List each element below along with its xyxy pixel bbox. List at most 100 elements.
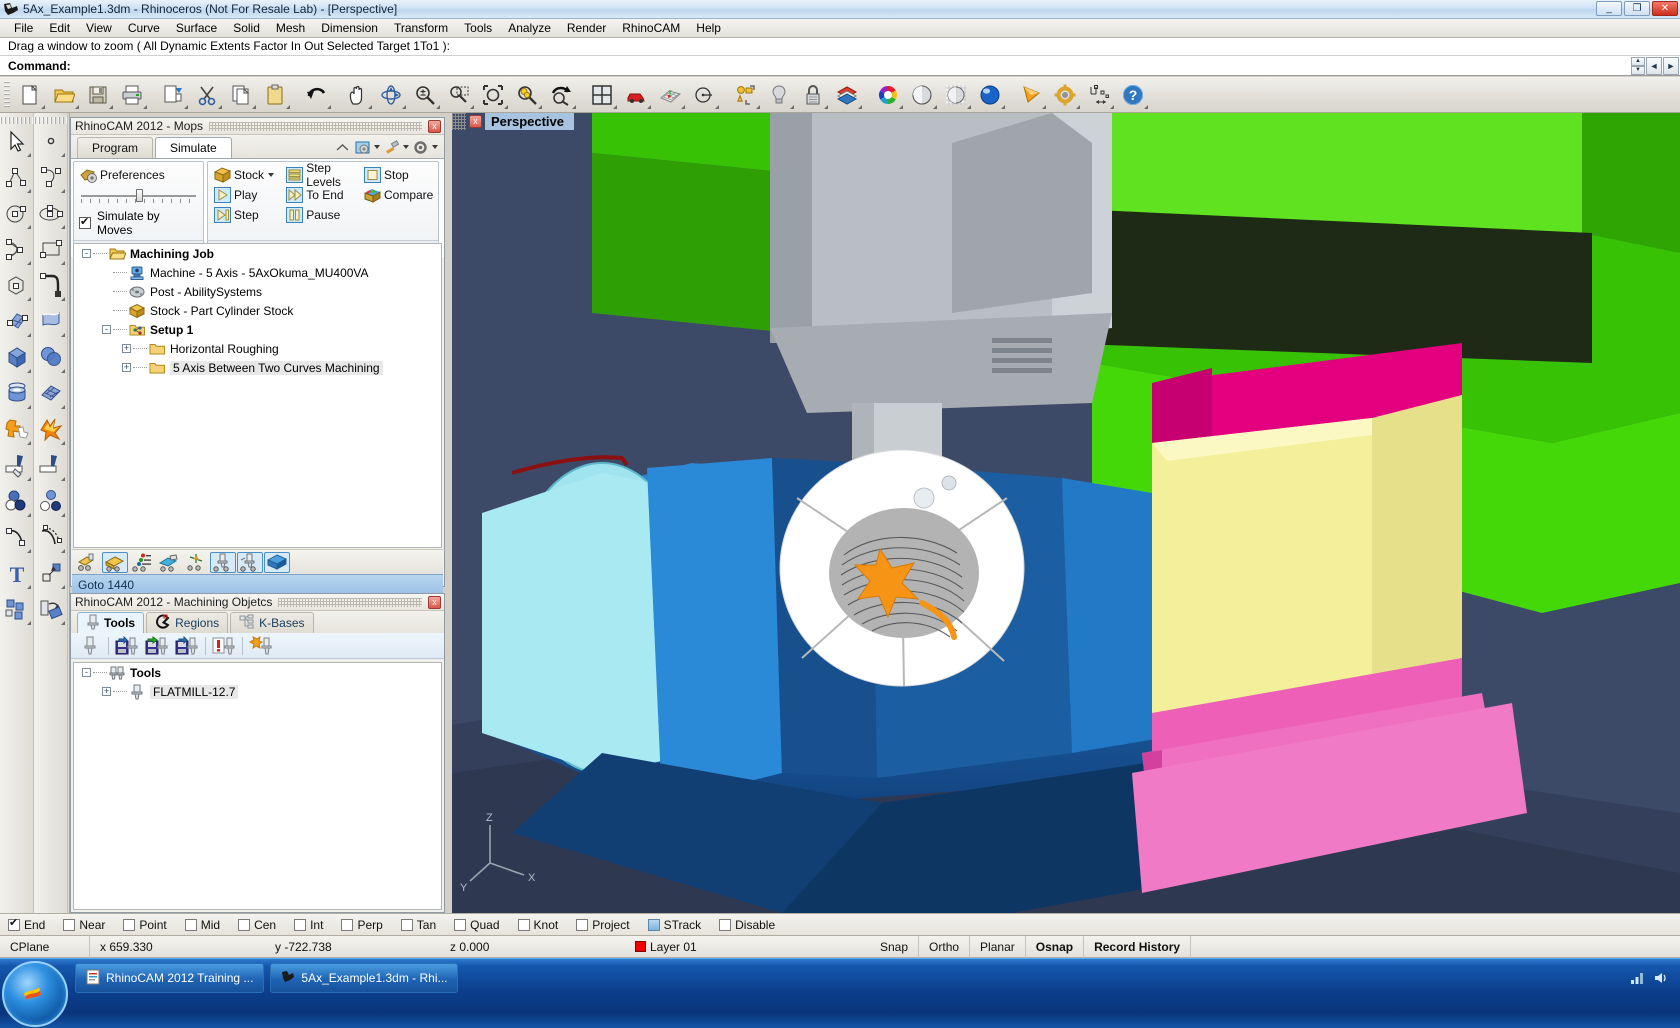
group-objects-icon[interactable] xyxy=(1,592,33,628)
rotate-view-icon[interactable] xyxy=(374,79,408,111)
tree-expander[interactable]: - xyxy=(82,249,91,258)
car-perspective-icon[interactable] xyxy=(619,79,653,111)
menu-item-solid[interactable]: Solid xyxy=(225,19,268,37)
print-icon[interactable] xyxy=(115,79,149,111)
save-as-tool-library-icon[interactable] xyxy=(172,635,202,657)
tab-program[interactable]: Program xyxy=(77,137,154,158)
menu-item-curve[interactable]: Curve xyxy=(120,19,168,37)
osnap-quad[interactable]: Quad xyxy=(454,918,500,932)
osnap-point-checkbox[interactable] xyxy=(123,918,136,931)
sphere-boolean-icon[interactable] xyxy=(35,340,67,376)
osnap-disable[interactable]: Disable xyxy=(719,918,775,932)
minimize-button[interactable]: _ xyxy=(1596,1,1622,16)
tree-row[interactable]: Machine - 5 Axis - 5AxOkuma_MU400VA xyxy=(74,263,441,282)
command-next-button[interactable]: ► xyxy=(1663,56,1679,75)
boolean-difference-icon[interactable] xyxy=(35,412,67,448)
split-icon[interactable] xyxy=(35,448,67,484)
stock-button[interactable]: Stock xyxy=(213,165,285,185)
tree-row[interactable]: + FLATMILL-12.7 xyxy=(74,682,441,701)
copy-icon[interactable] xyxy=(224,79,258,111)
pause-button[interactable]: Pause xyxy=(285,205,363,225)
menu-item-mesh[interactable]: Mesh xyxy=(268,19,313,37)
menu-item-render[interactable]: Render xyxy=(559,19,614,37)
transform-icon[interactable] xyxy=(183,552,209,573)
boolean-union-icon[interactable] xyxy=(1,412,33,448)
light-bulb-icon[interactable] xyxy=(762,79,796,111)
osnap-perp-checkbox[interactable] xyxy=(341,918,354,931)
box-solid-icon[interactable] xyxy=(1,340,33,376)
cut-scissors-icon[interactable] xyxy=(190,79,224,111)
color-wheel-icon[interactable] xyxy=(871,79,905,111)
tree-expander[interactable]: - xyxy=(102,325,111,334)
select-objects-icon[interactable] xyxy=(728,79,762,111)
shop-docs-icon[interactable] xyxy=(156,552,182,573)
tree-row[interactable]: - Setup 1 xyxy=(74,320,441,339)
step-levels-button[interactable]: Step Levels xyxy=(285,161,363,189)
paste-icon[interactable] xyxy=(258,79,292,111)
menu-item-rhinocam[interactable]: RhinoCAM xyxy=(614,19,688,37)
delete-tool-icon[interactable] xyxy=(246,635,276,657)
simulate-icon[interactable] xyxy=(102,551,128,573)
ellipse-icon[interactable] xyxy=(35,196,67,232)
command-scroll-spinner[interactable]: ▲ ▼ xyxy=(1631,56,1645,75)
menu-item-file[interactable]: File xyxy=(6,19,41,37)
cplane-cell[interactable]: CPlane xyxy=(0,935,90,958)
zoom-previous-icon[interactable] xyxy=(544,79,578,111)
osnap-int-checkbox[interactable] xyxy=(294,918,307,931)
tree-row[interactable]: + Horizontal Roughing xyxy=(74,339,441,358)
ghosted-sphere-icon[interactable] xyxy=(939,79,973,111)
display-options-icon[interactable] xyxy=(354,139,371,155)
sphere-group-icon[interactable] xyxy=(1,484,33,520)
menu-item-transform[interactable]: Transform xyxy=(386,19,456,37)
viewport-name[interactable]: Perspective xyxy=(485,113,574,130)
zoom-window-icon[interactable] xyxy=(442,79,476,111)
zoom-selected-icon[interactable] xyxy=(510,79,544,111)
volume-icon[interactable] xyxy=(1654,971,1670,988)
toggle-ortho[interactable]: Ortho xyxy=(919,935,971,958)
curve-interp-icon[interactable] xyxy=(35,160,67,196)
step-button[interactable]: Step xyxy=(213,205,285,225)
play-button[interactable]: Play xyxy=(213,185,285,205)
lock-icon[interactable] xyxy=(796,79,830,111)
command-line[interactable]: Command: ▲ ▼ ◄ ► xyxy=(0,56,1680,76)
rotate-object-icon[interactable] xyxy=(35,592,67,628)
tree-expander[interactable]: + xyxy=(122,363,131,372)
viewport-grip[interactable] xyxy=(452,113,466,130)
curve-edit-icon[interactable] xyxy=(1,520,33,556)
taskbar-item-1[interactable]: 5Ax_Example1.3dm - Rhi... xyxy=(270,963,459,993)
toggle-planar[interactable]: Planar xyxy=(970,935,1026,958)
menu-item-edit[interactable]: Edit xyxy=(41,19,78,37)
open-folder-icon[interactable] xyxy=(47,79,81,111)
select-arrow-icon[interactable] xyxy=(1,124,33,160)
objects-panel-grip[interactable] xyxy=(278,597,422,607)
circle-radius-icon[interactable] xyxy=(687,79,721,111)
polygon-icon[interactable] xyxy=(1,268,33,304)
mops-panel-grip[interactable] xyxy=(209,121,422,131)
osnap-tan-checkbox[interactable] xyxy=(400,918,413,931)
stop-button[interactable]: Stop xyxy=(363,165,433,185)
tools-hammer-icon[interactable] xyxy=(383,139,400,155)
new-file-icon[interactable] xyxy=(13,79,47,111)
compare-button[interactable]: Compare xyxy=(363,185,433,205)
tab-kbases[interactable]: K-Bases xyxy=(230,612,314,633)
osnap-disable-checkbox[interactable] xyxy=(719,918,732,931)
menu-item-tools[interactable]: Tools xyxy=(456,19,500,37)
osnap-cen[interactable]: Cen xyxy=(238,918,276,932)
start-button[interactable] xyxy=(2,961,68,1027)
tree-row[interactable]: Stock - Part Cylinder Stock xyxy=(74,301,441,320)
settings-caret-icon[interactable] xyxy=(432,145,438,149)
stock-caret-icon[interactable] xyxy=(268,173,275,177)
four-viewport-icon[interactable] xyxy=(585,79,619,111)
osnap-project-checkbox[interactable] xyxy=(576,918,589,931)
osnap-quad-checkbox[interactable] xyxy=(454,918,467,931)
osnap-end[interactable]: End xyxy=(8,916,45,932)
spotlight-icon[interactable] xyxy=(1014,79,1048,111)
objects-panel-close-button[interactable]: x xyxy=(428,595,441,609)
menu-item-help[interactable]: Help xyxy=(688,19,729,37)
new-tool-icon[interactable] xyxy=(75,635,105,657)
osnap-end-checkbox[interactable] xyxy=(8,916,20,931)
perspective-viewport[interactable]: Z Y X x Perspective xyxy=(452,113,1680,913)
maximize-button[interactable]: ❐ xyxy=(1624,1,1650,16)
mops-panel-close-button[interactable]: x xyxy=(428,119,441,133)
tool-info-icon[interactable] xyxy=(209,635,239,657)
